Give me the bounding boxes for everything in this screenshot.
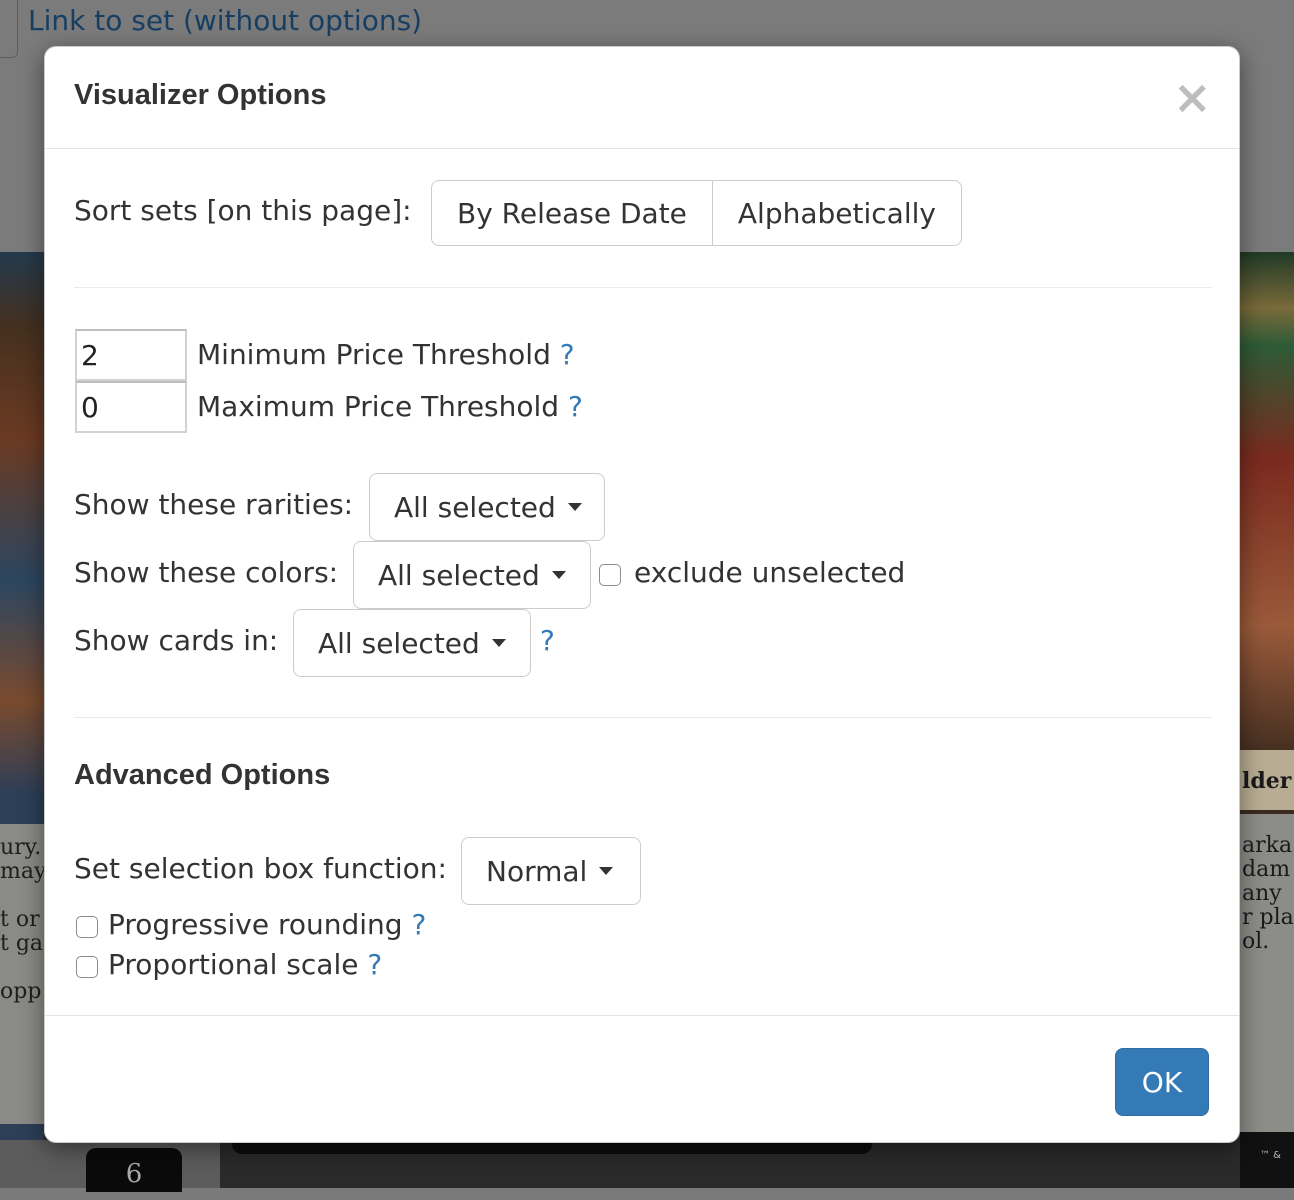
sort-sets-label: Sort sets [on this page]: <box>74 194 412 227</box>
selection-box-function-label: Set selection box function: <box>74 852 447 885</box>
cards-in-label: Show cards in: <box>74 624 279 657</box>
max-price-help-icon[interactable]: ? <box>568 390 583 423</box>
ok-button[interactable]: OK <box>1115 1048 1209 1116</box>
card-right-rules-text: arka dam any r pla ol. <box>1240 814 1294 1144</box>
colors-value: All selected <box>378 558 540 592</box>
modal-footer: OK <box>45 1015 1239 1143</box>
power-toughness-badge: 6 <box>86 1148 182 1192</box>
link-to-set[interactable]: Link to set (without options) <box>28 4 422 37</box>
proportional-scale-label: Proportional scale ? <box>108 948 383 981</box>
chevron-down-icon <box>551 571 566 579</box>
progressive-rounding-label: Progressive rounding ? <box>108 908 427 941</box>
sort-button-group: By Release Date Alphabetically <box>431 180 962 246</box>
rarities-value: All selected <box>394 490 556 524</box>
card-left-rules-text: ury. may t or t ga opp <box>0 824 44 1124</box>
chevron-down-icon <box>599 867 614 875</box>
colors-label: Show these colors: <box>74 556 339 589</box>
sort-by-release-date-button[interactable]: By Release Date <box>431 180 713 246</box>
cards-in-value: All selected <box>318 626 480 660</box>
card-right-name: lder <box>1240 750 1294 810</box>
modal-title: Visualizer Options <box>74 79 327 111</box>
min-price-help-icon[interactable]: ? <box>560 338 575 371</box>
max-price-label: Maximum Price Threshold ? <box>197 390 583 423</box>
divider <box>74 287 1212 288</box>
proportional-scale-help-icon[interactable]: ? <box>367 948 382 981</box>
background-card-right[interactable]: lder arka dam any r pla ol. ™ & <box>1240 252 1294 1188</box>
advanced-options-title: Advanced Options <box>74 759 331 791</box>
background-card-left[interactable]: ury. may t or t ga opp <box>0 252 44 1188</box>
proportional-scale-checkbox[interactable] <box>76 956 98 978</box>
cards-in-help-icon[interactable]: ? <box>540 624 555 657</box>
max-price-input[interactable] <box>75 381 187 433</box>
rarities-label: Show these rarities: <box>74 488 354 521</box>
selection-box-function-dropdown[interactable]: Normal <box>461 837 641 905</box>
background-tab <box>0 0 18 58</box>
modal-header: Visualizer Options × <box>45 47 1239 149</box>
sort-alphabetically-button[interactable]: Alphabetically <box>712 180 962 246</box>
selection-box-function-value: Normal <box>486 854 588 888</box>
exclude-unselected-checkbox[interactable] <box>599 564 621 586</box>
rarities-dropdown[interactable]: All selected <box>369 473 605 541</box>
min-price-label: Minimum Price Threshold ? <box>197 338 575 371</box>
chevron-down-icon <box>491 639 506 647</box>
min-price-input[interactable] <box>75 329 187 381</box>
chevron-down-icon <box>567 503 582 511</box>
progressive-rounding-checkbox[interactable] <box>76 916 98 938</box>
exclude-unselected-label: exclude unselected <box>634 556 906 589</box>
colors-dropdown[interactable]: All selected <box>353 541 591 609</box>
visualizer-options-modal: Visualizer Options × Sort sets [on this … <box>44 46 1240 1143</box>
divider <box>74 717 1212 718</box>
cards-in-dropdown[interactable]: All selected <box>293 609 531 677</box>
close-button[interactable]: × <box>1173 74 1212 120</box>
progressive-rounding-help-icon[interactable]: ? <box>411 908 426 941</box>
card-right-footer: ™ & <box>1240 1132 1294 1188</box>
